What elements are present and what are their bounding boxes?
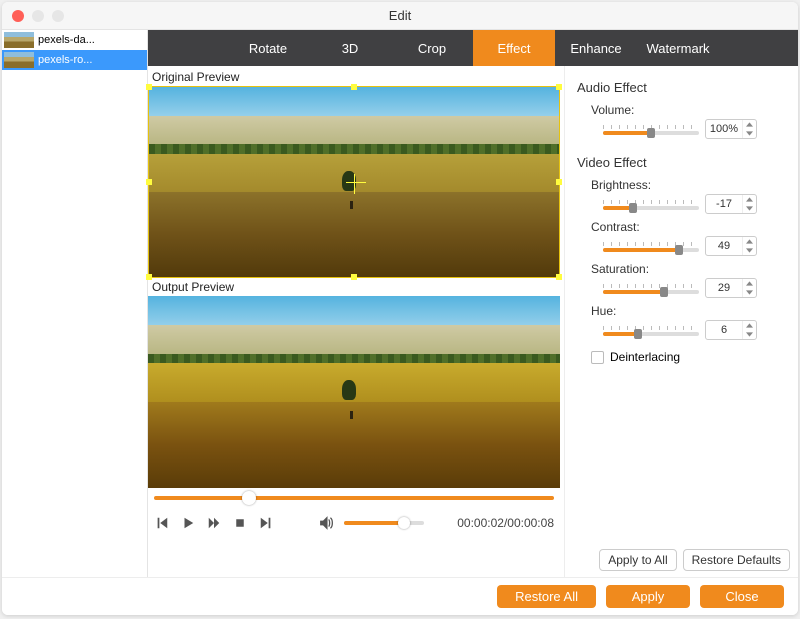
restore-all-button[interactable]: Restore All (497, 585, 596, 608)
apply-button[interactable]: Apply (606, 585, 690, 608)
original-preview[interactable] (148, 86, 560, 278)
playback-slider[interactable] (154, 496, 554, 500)
saturation-value: 29 (706, 282, 742, 294)
tab-enhance[interactable]: Enhance (555, 30, 637, 66)
brightness-step-down[interactable] (743, 204, 756, 213)
content-area: pexels-da... pexels-ro... Rotate 3D Crop… (2, 30, 798, 577)
crop-handle[interactable] (351, 274, 357, 280)
tab-rotate[interactable]: Rotate (227, 30, 309, 66)
volume-value-box: 100% (705, 119, 757, 139)
preview-column: Original Preview (148, 66, 564, 577)
crosshair-icon (346, 182, 366, 183)
brightness-slider[interactable] (603, 197, 699, 211)
window-title: Edit (2, 8, 798, 23)
footer: Restore All Apply Close (2, 577, 798, 615)
prev-frame-button[interactable] (154, 515, 170, 531)
playback-thumb[interactable] (242, 491, 256, 505)
hue-value-box: 6 (705, 320, 757, 340)
volume-param-slider[interactable] (603, 122, 699, 136)
contrast-step-up[interactable] (743, 237, 756, 246)
crop-handle[interactable] (146, 179, 152, 185)
saturation-step-down[interactable] (743, 288, 756, 297)
volume-value: 100% (706, 123, 742, 135)
saturation-step-up[interactable] (743, 279, 756, 288)
volume-step-up[interactable] (743, 120, 756, 129)
close-button[interactable]: Close (700, 585, 784, 608)
fast-forward-button[interactable] (206, 515, 222, 531)
contrast-slider[interactable] (603, 239, 699, 253)
file-thumbnail (4, 52, 34, 68)
output-preview-label: Output Preview (148, 278, 560, 296)
saturation-slider[interactable] (603, 281, 699, 295)
crop-handle[interactable] (351, 84, 357, 90)
panel-bottom-buttons: Apply to All Restore Defaults (573, 549, 790, 571)
crop-handle[interactable] (556, 274, 562, 280)
play-button[interactable] (180, 515, 196, 531)
file-thumbnail (4, 32, 34, 48)
hue-label: Hue: (591, 304, 786, 318)
contrast-value-box: 49 (705, 236, 757, 256)
tab-watermark[interactable]: Watermark (637, 30, 719, 66)
brightness-label: Brightness: (591, 178, 786, 192)
sidebar-item[interactable]: pexels-da... (2, 30, 147, 50)
titlebar: Edit (2, 2, 798, 30)
file-name-label: pexels-ro... (38, 54, 92, 66)
crop-handle[interactable] (556, 179, 562, 185)
playback-controls: 00:00:02/00:00:08 (148, 508, 560, 538)
progress-row (148, 488, 560, 508)
brightness-step-up[interactable] (743, 195, 756, 204)
tab-effect[interactable]: Effect (473, 30, 555, 66)
audio-effect-title: Audio Effect (577, 80, 786, 95)
hue-step-down[interactable] (743, 330, 756, 339)
brightness-value-box: -17 (705, 194, 757, 214)
tab-bar: Rotate 3D Crop Effect Enhance Watermark (148, 30, 798, 66)
tab-3d[interactable]: 3D (309, 30, 391, 66)
tab-crop[interactable]: Crop (391, 30, 473, 66)
edit-window: Edit pexels-da... pexels-ro... Rotate 3D… (2, 2, 798, 615)
next-frame-button[interactable] (258, 515, 274, 531)
volume-label: Volume: (591, 103, 786, 117)
volume-thumb[interactable] (398, 517, 410, 529)
video-effect-title: Video Effect (577, 155, 786, 170)
contrast-step-down[interactable] (743, 246, 756, 255)
workspace: Original Preview (148, 66, 798, 577)
file-sidebar: pexels-da... pexels-ro... (2, 30, 148, 577)
restore-defaults-button[interactable]: Restore Defaults (683, 549, 790, 571)
deinterlacing-label: Deinterlacing (610, 350, 680, 364)
saturation-value-box: 29 (705, 278, 757, 298)
file-name-label: pexels-da... (38, 34, 95, 46)
preview-image (148, 296, 560, 488)
deinterlacing-row: Deinterlacing (591, 350, 786, 364)
stop-button[interactable] (232, 515, 248, 531)
crop-handle[interactable] (146, 84, 152, 90)
contrast-label: Contrast: (591, 220, 786, 234)
volume-slider[interactable] (344, 521, 424, 525)
deinterlacing-checkbox[interactable] (591, 351, 604, 364)
volume-step-down[interactable] (743, 129, 756, 138)
output-preview (148, 296, 560, 488)
hue-slider[interactable] (603, 323, 699, 337)
hue-value: 6 (706, 324, 742, 336)
sidebar-item[interactable]: pexels-ro... (2, 50, 147, 70)
saturation-label: Saturation: (591, 262, 786, 276)
volume-icon[interactable] (318, 515, 334, 531)
contrast-value: 49 (706, 240, 742, 252)
brightness-value: -17 (706, 198, 742, 210)
main-area: Rotate 3D Crop Effect Enhance Watermark … (148, 30, 798, 577)
effects-panel: Audio Effect Volume: 100% (564, 66, 798, 577)
apply-to-all-button[interactable]: Apply to All (599, 549, 676, 571)
hue-step-up[interactable] (743, 321, 756, 330)
crop-handle[interactable] (556, 84, 562, 90)
crosshair-icon (354, 174, 355, 194)
time-label: 00:00:02/00:00:08 (457, 516, 554, 530)
crop-handle[interactable] (146, 274, 152, 280)
